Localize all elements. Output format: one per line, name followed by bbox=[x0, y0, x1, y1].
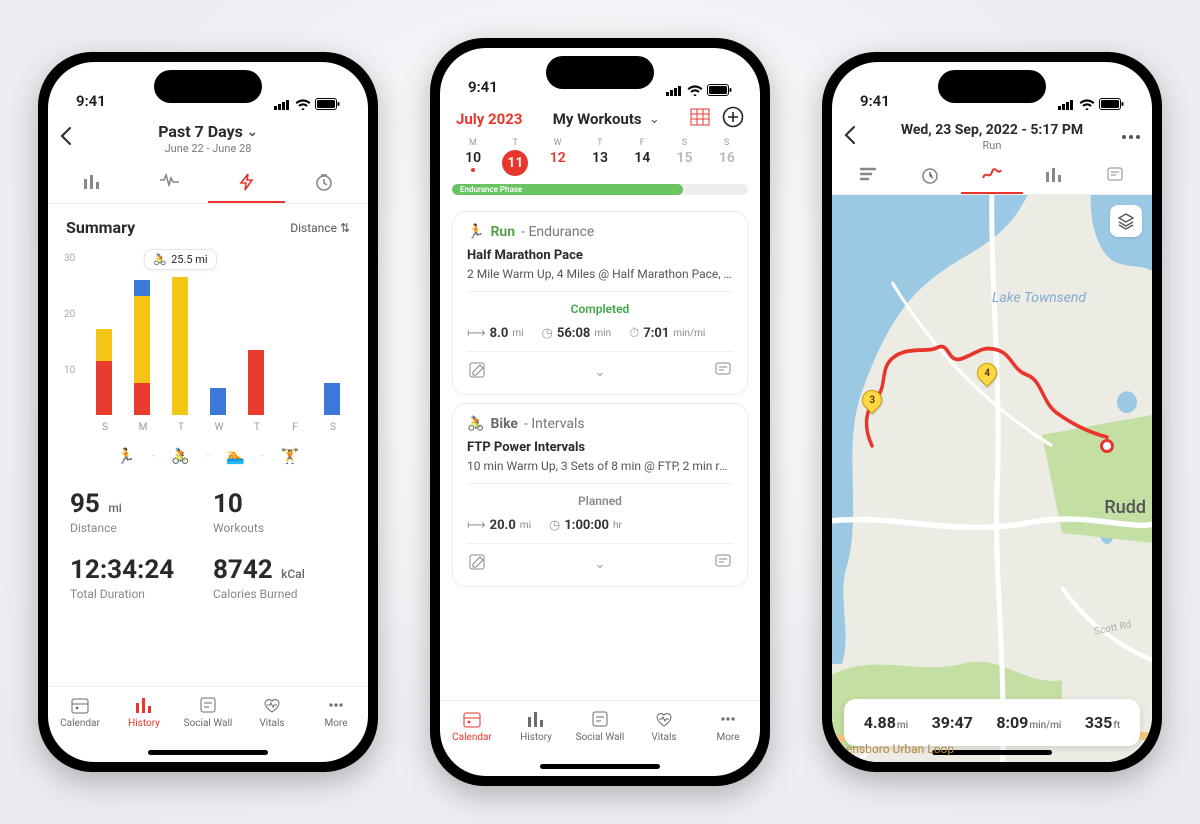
add-button[interactable] bbox=[722, 106, 744, 132]
stat-distance: 95 mi Distance bbox=[70, 489, 203, 535]
home-indicator[interactable] bbox=[148, 750, 268, 755]
nav-more[interactable]: More bbox=[304, 695, 368, 729]
map-place-label: Rudd bbox=[1104, 497, 1146, 518]
sort-selector[interactable]: Distance ⇅ bbox=[290, 221, 350, 235]
nav-calendar[interactable]: Calendar bbox=[440, 709, 504, 743]
bike-icon: 🚴 bbox=[171, 447, 190, 465]
stat-workouts: 10 Workouts bbox=[213, 489, 346, 535]
stat-pace: 8:09min/mi bbox=[996, 713, 1061, 732]
status-icons bbox=[274, 98, 340, 110]
status-icons bbox=[1058, 98, 1124, 110]
metric-tabs bbox=[48, 157, 368, 204]
workouts-filter[interactable]: My Workouts ⌄ bbox=[530, 110, 682, 128]
tab-notes[interactable] bbox=[1084, 162, 1146, 194]
expand-workout-icon[interactable]: ⌄ bbox=[595, 365, 606, 380]
grid-view-icon[interactable] bbox=[690, 108, 710, 130]
stat-time: 39:47 bbox=[932, 713, 973, 732]
edit-workout-icon[interactable] bbox=[467, 360, 487, 384]
tab-hr[interactable] bbox=[131, 167, 208, 203]
workout-card[interactable]: 🚴 Bike - Intervals FTP Power Intervals 1… bbox=[452, 403, 748, 587]
week-days[interactable]: 10 11 12 13 14 15 16 bbox=[440, 148, 760, 180]
stat-duration: 12:34:24 Total Duration bbox=[70, 555, 203, 601]
activity-map[interactable]: Lake Townsend Rudd Scott Rd ensboro Urba… bbox=[832, 195, 1152, 762]
chevron-down-icon: ⌄ bbox=[247, 125, 258, 140]
tab-map[interactable] bbox=[961, 162, 1023, 194]
nav-vitals[interactable]: Vitals bbox=[632, 709, 696, 743]
mile-marker-4[interactable]: 4 bbox=[977, 363, 997, 387]
weekday-header: MTWTFSS bbox=[440, 138, 760, 148]
phone-history: 9:41 Past 7 Days⌄ bbox=[38, 52, 378, 772]
nav-vitals[interactable]: Vitals bbox=[240, 695, 304, 729]
map-layers-button[interactable] bbox=[1110, 205, 1142, 237]
expand-workout-icon[interactable]: ⌄ bbox=[595, 557, 606, 572]
tab-power[interactable] bbox=[208, 167, 285, 203]
stat-distance: 4.88mi bbox=[864, 713, 908, 732]
chevron-down-icon: ⌄ bbox=[649, 112, 660, 127]
detail-tabs bbox=[832, 154, 1152, 195]
status-time: 9:41 bbox=[76, 92, 106, 110]
nav-calendar[interactable]: Calendar bbox=[48, 695, 112, 729]
status-time: 9:41 bbox=[860, 92, 890, 110]
map-lake-label: Lake Townsend bbox=[992, 290, 1086, 306]
more-menu[interactable] bbox=[1110, 135, 1140, 139]
stat-elev: 335ft bbox=[1085, 713, 1120, 732]
strength-icon: 🏋 bbox=[281, 447, 300, 465]
summary-chart[interactable]: 30 20 10 🚴 25.5 mi SMTWTFS bbox=[64, 253, 352, 433]
run-icon: 🏃 bbox=[117, 447, 136, 465]
comment-workout-icon[interactable] bbox=[713, 552, 733, 576]
phone-activity-detail: 9:41 Wed, 23 Sep, 2022 - 5:17 PM bbox=[822, 52, 1162, 772]
period-selector[interactable]: Past 7 Days⌄ June 22 - June 28 bbox=[90, 122, 326, 155]
swim-icon: 🏊 bbox=[226, 447, 245, 465]
nav-more[interactable]: More bbox=[696, 709, 760, 743]
activity-title: Wed, 23 Sep, 2022 - 5:17 PM Run bbox=[874, 122, 1110, 152]
tab-splits[interactable] bbox=[900, 162, 962, 194]
tab-charts[interactable] bbox=[1023, 162, 1085, 194]
nav-social[interactable]: Social Wall bbox=[568, 709, 632, 743]
status-icons bbox=[666, 84, 732, 96]
nav-history[interactable]: History bbox=[504, 709, 568, 743]
mile-marker-3[interactable]: 3 bbox=[862, 390, 882, 414]
month-selector[interactable]: July 2023 bbox=[456, 110, 522, 128]
route-end-marker bbox=[1100, 439, 1114, 453]
home-indicator[interactable] bbox=[540, 764, 660, 769]
workout-card[interactable]: 🏃 Run - Endurance Half Marathon Pace 2 M… bbox=[452, 211, 748, 395]
back-button[interactable] bbox=[60, 126, 90, 151]
status-time: 9:41 bbox=[468, 78, 498, 96]
tab-bars[interactable] bbox=[54, 167, 131, 203]
tab-summary[interactable] bbox=[838, 162, 900, 194]
comment-workout-icon[interactable] bbox=[713, 360, 733, 384]
nav-history[interactable]: History bbox=[112, 695, 176, 729]
phone-calendar: 9:41 July 2023 My Workouts ⌄ bbox=[430, 38, 770, 786]
tab-time[interactable] bbox=[285, 167, 362, 203]
activity-stats-bar: 4.88mi 39:47 8:09min/mi 335ft bbox=[844, 699, 1140, 746]
training-phase-bar[interactable]: Endurance Phase bbox=[452, 184, 748, 195]
stat-calories: 8742 kCal Calories Burned bbox=[213, 555, 346, 601]
sport-legend: 🏃· 🚴· 🏊· 🏋 bbox=[64, 433, 352, 471]
edit-workout-icon[interactable] bbox=[467, 552, 487, 576]
section-title: Summary bbox=[66, 218, 135, 237]
sort-icon: ⇅ bbox=[340, 221, 350, 235]
nav-social[interactable]: Social Wall bbox=[176, 695, 240, 729]
map-loop-label: ensboro Urban Loop bbox=[846, 742, 954, 756]
back-button[interactable] bbox=[844, 125, 874, 150]
